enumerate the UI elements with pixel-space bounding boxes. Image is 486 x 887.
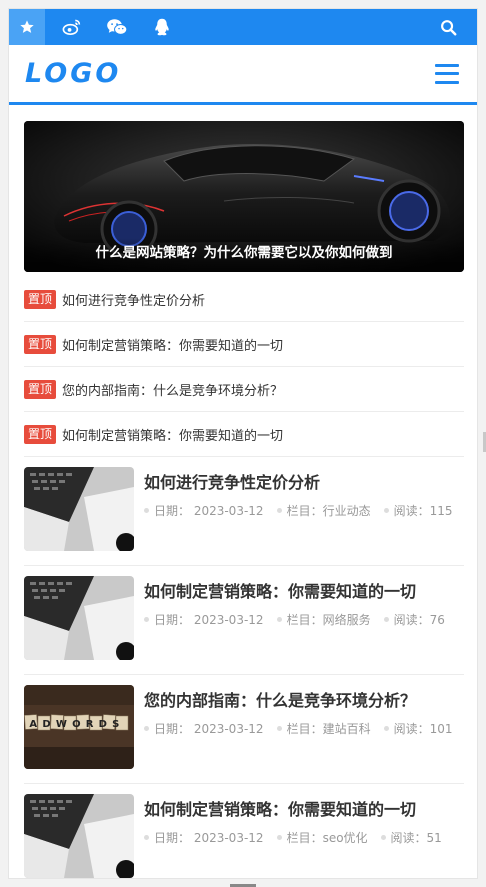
pinned-badge: 置顶 <box>24 289 57 309</box>
adwords-image: ADWORDS <box>24 685 134 769</box>
search-icon <box>441 19 457 35</box>
article-title[interactable]: 如何制定营销策略：你需要知道的一切 <box>144 578 416 602</box>
article-column[interactable]: 栏目：建站百科 <box>276 720 371 737</box>
search-button[interactable] <box>440 9 457 45</box>
wechat-button[interactable] <box>99 9 135 45</box>
laptop-image <box>24 794 134 878</box>
list-item[interactable]: 置顶 如何进行竞争性定价分析 <box>24 277 464 322</box>
article-meta: 日期： 2023-03-12 栏目：行业动态 阅读：115 <box>144 502 465 519</box>
favorite-button[interactable] <box>9 9 45 45</box>
article-column[interactable]: 栏目：网络服务 <box>276 611 371 628</box>
qq-button[interactable] <box>144 9 180 45</box>
article-card[interactable]: 如何制定营销策略：你需要知道的一切 日期： 2023-03-12 栏目：网络服务… <box>24 566 464 675</box>
article-title[interactable]: 如何制定营销策略：你需要知道的一切 <box>144 796 416 820</box>
star-icon <box>20 20 34 33</box>
article-meta: 日期： 2023-03-12 栏目：网络服务 阅读：76 <box>144 611 458 628</box>
hamburger-menu-icon[interactable] <box>435 63 459 84</box>
article-thumbnail[interactable] <box>24 794 134 878</box>
article-column[interactable]: 栏目：行业动态 <box>276 502 371 519</box>
qq-icon <box>155 18 169 35</box>
article-date: 日期： 2023-03-12 <box>144 829 264 846</box>
list-item[interactable]: 置顶 如何制定营销策略：你需要知道的一切 <box>24 412 464 457</box>
article-title[interactable]: 如何进行竞争性定价分析 <box>144 469 320 493</box>
article-date: 日期： 2023-03-12 <box>144 611 264 628</box>
thumbnail-text: ADWORDS <box>29 719 124 730</box>
article-reads: 阅读：101 <box>383 720 452 737</box>
top-bar <box>9 9 477 45</box>
weibo-button[interactable] <box>54 9 90 45</box>
article-card[interactable]: 如何进行竞争性定价分析 日期： 2023-03-12 栏目：行业动态 阅读：11… <box>24 457 464 566</box>
article-reads: 阅读：51 <box>380 829 442 846</box>
wechat-icon <box>107 19 128 35</box>
article-thumbnail[interactable] <box>24 576 134 660</box>
pinned-badge: 置顶 <box>24 424 57 444</box>
list-item[interactable]: 置顶 如何制定营销策略：你需要知道的一切 <box>24 322 464 367</box>
pinned-list: 置顶 如何进行竞争性定价分析 置顶 如何制定营销策略：你需要知道的一切 置顶 您… <box>24 277 464 457</box>
page-frame: LOGO 什么是网站策略？为什么你需要它以及你如何做到 置顶 如何进行竞争性定价… <box>8 8 478 879</box>
pinned-title[interactable]: 如何进行竞争性定价分析 <box>62 290 205 309</box>
site-logo[interactable]: LOGO <box>25 58 121 89</box>
pinned-badge: 置顶 <box>24 334 57 354</box>
article-card[interactable]: ADWORDS 您的内部指南：什么是竞争环境分析？ 日期： 2023-03-12… <box>24 675 464 784</box>
article-thumbnail[interactable]: ADWORDS <box>24 685 134 769</box>
laptop-image <box>24 467 134 551</box>
article-thumbnail[interactable] <box>24 467 134 551</box>
banner-caption[interactable]: 什么是网站策略？为什么你需要它以及你如何做到 <box>24 238 464 272</box>
article-title[interactable]: 您的内部指南：什么是竞争环境分析？ <box>144 687 416 711</box>
laptop-image <box>24 576 134 660</box>
article-reads: 阅读：76 <box>383 611 445 628</box>
pinned-badge: 置顶 <box>24 379 57 399</box>
site-header: LOGO <box>9 45 477 105</box>
list-item[interactable]: 置顶 您的内部指南：什么是竞争环境分析？ <box>24 367 464 412</box>
pinned-title[interactable]: 如何制定营销策略：你需要知道的一切 <box>62 335 283 354</box>
article-card[interactable]: 如何制定营销策略：你需要知道的一切 日期： 2023-03-12 栏目：seo优… <box>24 784 464 878</box>
article-meta: 日期： 2023-03-12 栏目：seo优化 阅读：51 <box>144 829 455 846</box>
featured-banner[interactable]: 什么是网站策略？为什么你需要它以及你如何做到 <box>24 121 464 272</box>
pinned-title[interactable]: 如何制定营销策略：你需要知道的一切 <box>62 425 283 444</box>
pinned-title[interactable]: 您的内部指南：什么是竞争环境分析？ <box>62 380 283 399</box>
article-reads: 阅读：115 <box>383 502 452 519</box>
weibo-icon <box>62 19 81 36</box>
article-date: 日期： 2023-03-12 <box>144 502 264 519</box>
article-column[interactable]: 栏目：seo优化 <box>276 829 368 846</box>
article-meta: 日期： 2023-03-12 栏目：建站百科 阅读：101 <box>144 720 465 737</box>
article-date: 日期： 2023-03-12 <box>144 720 264 737</box>
